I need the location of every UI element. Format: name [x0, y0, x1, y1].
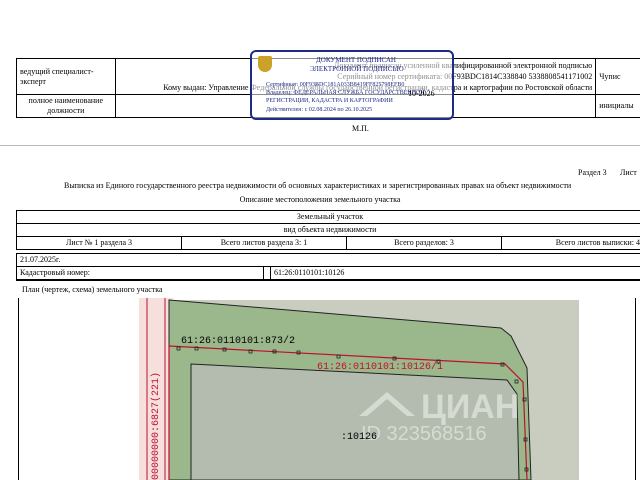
- page-divider: [0, 145, 640, 146]
- total-sheets: Всего листов выписки: 4: [501, 236, 640, 250]
- sheet-number: Лист № 1 раздела 3: [16, 236, 182, 250]
- total-sheets-section3: Всего листов раздела 3: 1: [181, 236, 347, 250]
- role-cell: ведущий специалист-эксперт: [16, 58, 116, 95]
- object-type-table: Земельный участок вид объекта недвижимос…: [16, 210, 640, 237]
- label-road: 00000000:6827(221): [151, 371, 162, 480]
- e-signature-stamp: ДОКУМЕНТ ПОДПИСАН ЭЛЕКТРОННОЙ ПОДПИСЬЮ С…: [250, 50, 454, 120]
- initials-label: инициалы: [595, 94, 640, 118]
- section-label: Раздел 3: [578, 168, 607, 177]
- parcel-map: ЦИАН ID 323568516 61:26:0110101:873/2 61…: [18, 298, 636, 480]
- stamp-subtitle: ЭЛЕКТРОННОЙ ПОДПИСЬЮ: [310, 65, 404, 73]
- emblem-icon: [258, 56, 272, 72]
- watermark-id: ID 323568516: [361, 423, 487, 445]
- stamp-title: ДОКУМЕНТ ПОДПИСАН: [316, 56, 396, 64]
- stamp-cert: Сертификат: 00F93BDC181A033B8419FF825798…: [266, 82, 405, 88]
- plan-label: План (чертеж, схема) земельного участка: [22, 285, 163, 294]
- mp-label: М.П.: [352, 124, 369, 133]
- right-name-cell: Чупис: [595, 58, 640, 95]
- label-10126: :10126: [341, 432, 378, 443]
- extract-date: 21.07.2025г.: [16, 253, 640, 267]
- cadastral-number: 61:26:0110101:10126: [270, 266, 640, 280]
- stamp-overlap-date: 10-2026: [408, 89, 435, 98]
- stamp-valid: Действителен: с 02.08.2024 по 26.10.2025: [266, 107, 373, 113]
- sheet-info-table: Лист № 1 раздела 3 Всего листов раздела …: [16, 236, 640, 250]
- object-type: Земельный участок: [16, 210, 640, 224]
- cadastral-table: 21.07.2025г. Кадастровый номер: 61:26:01…: [16, 253, 640, 280]
- parcel-map-svg: ЦИАН ID 323568516: [19, 298, 635, 480]
- watermark-text: ЦИАН: [421, 388, 519, 426]
- location-subheading: Описание местоположения земельного участ…: [239, 195, 401, 204]
- sheet-label: Лист: [620, 168, 637, 177]
- full-name-label: полное наименование должности: [16, 94, 116, 118]
- stamp-owner: Владелец: ФЕДЕРАЛЬНАЯ СЛУЖБА ГОСУДАРСТВЕ…: [266, 90, 425, 96]
- label-873-2: 61:26:0110101:873/2: [181, 336, 296, 347]
- extract-heading: Выписка из Единого государственного реес…: [64, 181, 572, 190]
- stamp-owner2: РЕГИСТРАЦИИ, КАДАСТРА И КАРТОГРАФИИ: [266, 98, 393, 104]
- object-caption: вид объекта недвижимости: [16, 223, 640, 237]
- total-sections: Всего разделов: 3: [346, 236, 502, 250]
- label-10126-1: 61:26:0110101:10126/1: [317, 362, 444, 373]
- cadastral-label: Кадастровый номер:: [16, 266, 264, 280]
